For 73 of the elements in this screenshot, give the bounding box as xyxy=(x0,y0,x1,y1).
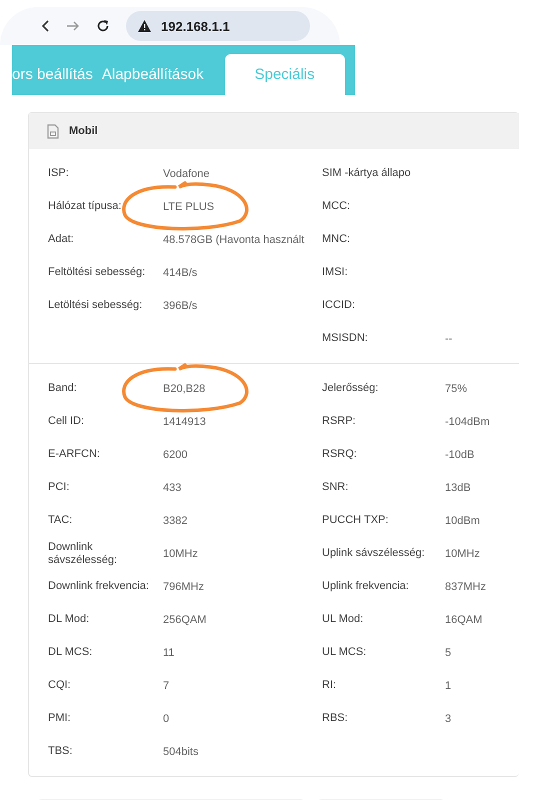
address-bar[interactable]: 192.168.1.1 xyxy=(126,11,310,41)
field-value: Vodafone xyxy=(163,168,210,180)
field-label: TBS: xyxy=(48,745,74,758)
tab[interactable]: Alapbeállítások xyxy=(102,66,213,95)
field-value: 10MHz xyxy=(163,548,198,560)
field-label: UL MCS: xyxy=(322,646,368,659)
field-label: PCI: xyxy=(48,481,70,494)
field-label: MNC: xyxy=(322,233,352,246)
field-value: 256QAM xyxy=(163,614,206,626)
field-value: 5 xyxy=(445,646,452,658)
field-value: 837MHz xyxy=(445,580,486,592)
field-label: ICCID: xyxy=(322,299,356,312)
field-value: 504bits xyxy=(163,746,198,758)
field-value: B20,B28 xyxy=(163,382,206,394)
field-label: SNR: xyxy=(322,481,350,494)
field-value: -- xyxy=(445,332,452,344)
field-label: Uplink frekvencia: xyxy=(322,580,410,593)
field-label: RBS: xyxy=(322,712,349,725)
field-value: 796MHz xyxy=(163,580,204,592)
field-value: 1414913 xyxy=(163,416,206,428)
tab[interactable]: ors beállítás xyxy=(12,66,102,95)
card-title: Mobil xyxy=(69,125,98,137)
field-value: 414B/s xyxy=(163,266,198,278)
field-value: 16QAM xyxy=(445,614,482,626)
field-label: MSISDN: xyxy=(322,332,369,345)
field-value: 396B/s xyxy=(163,300,198,312)
field-label: PMI: xyxy=(48,712,72,725)
field-label: MCC: xyxy=(322,200,352,213)
field-label: UL Mod: xyxy=(322,613,364,626)
field-label: CQI: xyxy=(48,679,72,692)
field-label: RSRQ: xyxy=(322,448,358,461)
field-value: -10dB xyxy=(445,448,474,460)
field-value: 3382 xyxy=(163,514,188,526)
field-label: SIM -kártya állapo xyxy=(322,167,412,180)
back-icon[interactable] xyxy=(40,19,50,33)
field-label: Downlink frekvencia: xyxy=(48,580,150,593)
field-label: DL Mod: xyxy=(48,613,90,626)
field-label: TAC: xyxy=(48,514,74,527)
field-label: Adat: xyxy=(48,233,75,246)
field-value: 6200 xyxy=(163,448,188,460)
field-label: Jelerősség: xyxy=(322,382,380,395)
field-label: RSRP: xyxy=(322,415,357,428)
field-label: DL MCS: xyxy=(48,646,94,659)
field-value: 10MHz xyxy=(445,548,480,560)
field-value: LTE PLUS xyxy=(163,200,214,212)
field-value: 11 xyxy=(163,646,174,658)
field-label: Hálózat típusa: xyxy=(48,200,122,213)
field-label: Feltöltési sebesség: xyxy=(48,266,146,279)
field-label: RI: xyxy=(322,679,338,692)
field-value: -104dBm xyxy=(445,416,490,428)
field-label: Downlink sávszélesség: xyxy=(48,540,118,566)
field-value: 1 xyxy=(445,680,452,692)
reload-icon[interactable] xyxy=(96,19,110,33)
field-value: 10dBm xyxy=(445,514,480,526)
field-label: Band: xyxy=(48,382,78,395)
field-value: 433 xyxy=(163,482,182,494)
field-label: Uplink sávszélesség: xyxy=(322,547,426,560)
field-value: 13dB xyxy=(445,482,471,494)
forward-icon[interactable] xyxy=(66,19,80,33)
field-label: Letöltési sebesség: xyxy=(48,299,144,312)
tab[interactable]: Speciális xyxy=(224,54,345,95)
field-label: Cell ID: xyxy=(48,415,86,428)
field-label: ISP: xyxy=(48,167,70,180)
field-value: 7 xyxy=(163,680,170,692)
field-label: IMSI: xyxy=(322,266,349,279)
field-value: 48.578GB (Havonta használt xyxy=(163,234,304,246)
field-label: E-ARFCN: xyxy=(48,448,101,461)
sim-card-icon xyxy=(47,124,59,138)
field-value: 75% xyxy=(445,382,468,394)
field-value: 3 xyxy=(445,712,452,724)
warning-icon[interactable] xyxy=(138,20,151,32)
field-label: PUCCH TXP: xyxy=(322,514,390,527)
field-value: 0 xyxy=(163,712,170,724)
